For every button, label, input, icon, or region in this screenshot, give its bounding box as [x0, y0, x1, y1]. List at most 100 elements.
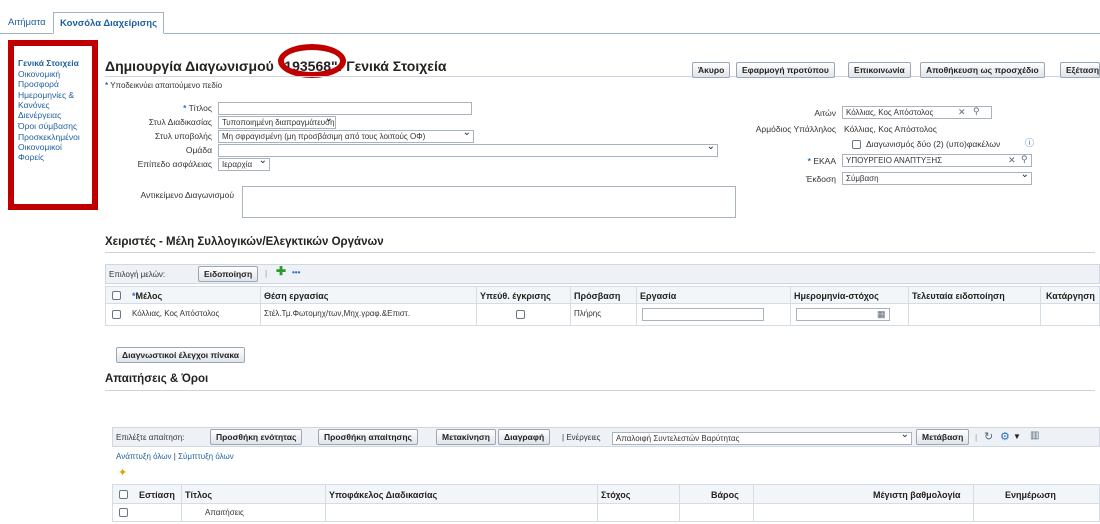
- column-separator: [597, 504, 598, 521]
- security-level-select[interactable]: Ιεραρχία: [218, 158, 270, 171]
- collapse-all-link[interactable]: Σύμπτυξη όλων: [178, 452, 234, 461]
- calendar-icon[interactable]: ▦: [877, 309, 886, 320]
- apply-template-button[interactable]: Εφαρμογή προτύπου: [736, 62, 835, 78]
- add-row-icon[interactable]: ✦: [118, 466, 127, 479]
- column-focus: Εστίαση: [139, 490, 175, 500]
- top-tabs: Αιτήματα Κονσόλα Διαχείρισης: [0, 12, 1100, 34]
- add-icon[interactable]: ✚: [276, 264, 286, 278]
- toolbar-separator: |: [265, 268, 268, 278]
- column-update: Ενημέρωση: [1005, 490, 1056, 500]
- requirements-divider: [105, 390, 1095, 391]
- column-separator: [790, 304, 791, 325]
- two-envelope-checkbox[interactable]: [852, 140, 861, 149]
- add-section-button[interactable]: Προσθήκη ενότητας: [210, 429, 303, 445]
- column-separator: [1040, 287, 1041, 303]
- tab-requests[interactable]: Αιτήματα: [2, 12, 52, 34]
- submission-style-label: Στυλ υποβολής: [154, 131, 212, 141]
- column-separator: [679, 485, 680, 503]
- target-date-input[interactable]: [796, 308, 890, 321]
- notify-button[interactable]: Ειδοποίηση: [198, 266, 259, 282]
- submission-style-select[interactable]: Μη σφραγισμένη (μη προσβάσιμη από τους λ…: [218, 130, 474, 143]
- column-task: Εργασία: [640, 291, 677, 301]
- member-cell: Κόλλιας, Κος Απόστολος: [132, 309, 220, 318]
- subject-textarea[interactable]: [242, 186, 736, 218]
- review-button[interactable]: Εξέταση: [1060, 62, 1100, 78]
- version-select[interactable]: Σύμβαση: [842, 172, 1032, 185]
- column-separator: [260, 304, 261, 325]
- more-icon[interactable]: •••: [292, 268, 300, 277]
- officer-value: Κόλλιας, Κος Απόστολος: [844, 124, 937, 134]
- search-icon[interactable]: ⚲: [973, 106, 980, 117]
- group-label: Ομάδα: [185, 145, 212, 155]
- cancel-button[interactable]: Άκυρο: [692, 62, 731, 78]
- approver-checkbox[interactable]: [516, 310, 525, 319]
- column-separator: [753, 504, 754, 521]
- task-input[interactable]: [642, 308, 764, 321]
- officer-label: Αρμόδιος Υπάλληλος: [755, 124, 836, 134]
- version-label: Έκδοση: [805, 174, 836, 184]
- table-row: Κόλλιας, Κος Απόστολος Στέλ.Τμ.Φωτομηχ/τ…: [105, 304, 1100, 326]
- committee-divider: [105, 252, 1095, 253]
- column-weight: Βάρος: [711, 490, 739, 500]
- committee-table-header: *Μέλος Θέση εργασίας Υπεύθ. έγκρισης Πρό…: [105, 286, 1100, 304]
- search-icon[interactable]: ⚲: [1021, 154, 1028, 165]
- select-members-label: Επιλογή μελών:: [109, 270, 166, 279]
- column-separator: [325, 485, 326, 503]
- nav-item-dates-rules[interactable]: Ημερομηνίες & Κανόνες Διενέργειας: [18, 90, 88, 120]
- column-remove: Κατάργηση: [1046, 291, 1095, 301]
- column-separator: [753, 485, 754, 503]
- refresh-icon[interactable]: ↻: [984, 430, 993, 443]
- gear-icon[interactable]: ⚙: [1000, 430, 1010, 443]
- select-all-checkbox[interactable]: [119, 490, 128, 499]
- column-separator: [181, 485, 182, 503]
- nav-item-financial-offer[interactable]: Οικονομική Προσφορά: [18, 69, 88, 89]
- go-button[interactable]: Μετάβαση: [916, 429, 970, 445]
- ekaa-input[interactable]: ΥΠΟΥΡΓΕΙΟ ΑΝΑΠΤΥΞΗΣ: [842, 154, 1032, 167]
- toolbar-separator: |: [975, 432, 978, 442]
- column-separator: [476, 287, 477, 303]
- column-last-notice: Τελευταία ειδοποίηση: [912, 291, 1005, 301]
- column-access: Πρόσβαση: [574, 291, 621, 301]
- column-separator: [570, 287, 571, 303]
- expand-collapse-links: Ανάπτυξη όλων | Σύμπτυξη όλων: [116, 452, 234, 461]
- move-button[interactable]: Μετακίνηση: [436, 429, 496, 445]
- clear-icon[interactable]: ✕: [1008, 155, 1016, 166]
- clear-icon[interactable]: ✕: [958, 107, 966, 118]
- column-separator: [908, 287, 909, 303]
- delete-button[interactable]: Διαγραφή: [498, 429, 551, 445]
- expand-all-link[interactable]: Ανάπτυξη όλων: [116, 452, 172, 461]
- column-separator: [973, 485, 974, 503]
- actions-select[interactable]: Απαλοιφή Συντελεστών Βαρύτητας: [612, 432, 912, 445]
- process-style-label: Στυλ Διαδικασίας: [148, 117, 212, 127]
- diagnostics-button[interactable]: Διαγνωστικοί έλεγχοι πίνακα: [116, 347, 246, 363]
- column-max-score: Μέγιστη βαθμολογία: [873, 490, 961, 500]
- select-all-checkbox[interactable]: [112, 291, 121, 300]
- info-icon[interactable]: ⓘ: [1025, 136, 1034, 149]
- row-checkbox[interactable]: [112, 310, 121, 319]
- nav-item-contract-terms[interactable]: Όροι σύμβασης: [18, 121, 88, 131]
- tab-admin-console[interactable]: Κονσόλα Διαχείρισης: [53, 12, 165, 34]
- save-draft-button[interactable]: Αποθήκευση ως προσχέδιο: [920, 62, 1045, 78]
- requester-input[interactable]: Κόλλιας, Κος Απόστολος: [842, 106, 992, 119]
- ekaa-label: * ΕΚΑΑ: [807, 156, 836, 166]
- title-input[interactable]: [218, 102, 472, 115]
- column-position: Θέση εργασίας: [264, 291, 329, 301]
- nav-item-general[interactable]: Γενικά Στοιχεία: [18, 58, 88, 68]
- required-note: * Υποδεικνύει απαιτούμενο πεδίο: [105, 81, 223, 90]
- row-checkbox[interactable]: [119, 508, 128, 517]
- table-row: Απαιτήσεις: [112, 504, 1100, 522]
- add-requirement-button[interactable]: Προσθήκη απαίτησης: [318, 429, 418, 445]
- column-separator: [908, 304, 909, 325]
- process-style-select[interactable]: Τυποποιημένη διαπραγμάτευση: [218, 116, 336, 129]
- column-separator: [181, 504, 182, 521]
- nav-item-invited-suppliers[interactable]: Προσκεκλημένοι Οικονομικοί Φορείς: [18, 132, 88, 162]
- title-label: * Τίτλος: [183, 103, 212, 113]
- security-level-label: Επίπεδο ασφάλειας: [137, 159, 212, 169]
- column-separator: [476, 304, 477, 325]
- chevron-down-icon[interactable]: ▼: [1013, 432, 1021, 441]
- group-select[interactable]: [218, 144, 718, 157]
- columns-icon[interactable]: ▥: [1030, 430, 1039, 441]
- column-separator: [1040, 304, 1041, 325]
- actions-label: | Ενέργειες: [562, 433, 601, 442]
- contact-button[interactable]: Επικοινωνία: [848, 62, 911, 78]
